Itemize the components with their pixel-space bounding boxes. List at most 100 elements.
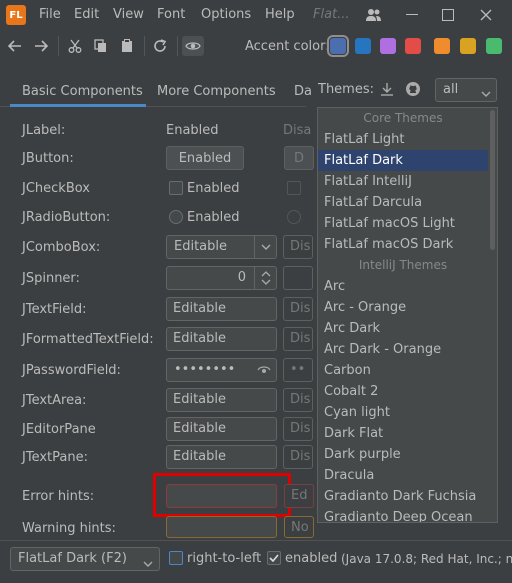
theme-flatlaf-macos-light[interactable]: FlatLaf macOS Light [318, 213, 488, 234]
label-jradiobutton: JRadioButton: [22, 210, 111, 225]
label-jcheckbox: JCheckBox [22, 181, 90, 196]
forward-icon[interactable] [30, 36, 52, 56]
app-logo: FL [6, 5, 26, 25]
theme-arc-dark-orange[interactable]: Arc Dark - Orange [318, 339, 488, 360]
toolbar-separator [58, 36, 59, 56]
accent-swatch-light-blue[interactable] [355, 38, 371, 54]
warning-field[interactable] [166, 516, 277, 538]
reveal-eye-icon[interactable] [257, 364, 271, 380]
menu-help[interactable]: Help [265, 7, 295, 22]
warning-field-disabled[interactable]: No [284, 516, 314, 538]
disabled-editorpane[interactable]: Dis [283, 417, 313, 441]
theme-carbon[interactable]: Carbon [318, 360, 488, 381]
disabled-radio[interactable] [287, 210, 301, 224]
chevron-down-icon[interactable] [254, 236, 276, 258]
formatted-textfield[interactable]: Editable [166, 327, 277, 351]
editorpane[interactable]: Editable [166, 417, 277, 441]
menu-edit[interactable]: Edit [74, 7, 99, 22]
users-icon[interactable] [362, 4, 386, 26]
eye-icon[interactable] [182, 36, 204, 56]
editable-combobox[interactable]: Editable [166, 235, 277, 259]
label-jlabel: JLabel: [22, 123, 66, 138]
textpane[interactable]: Editable [166, 445, 277, 469]
theme-cyan-light[interactable]: Cyan light [318, 402, 488, 423]
disabled-password-field[interactable]: •• [283, 358, 313, 382]
disabled-formatted-textfield[interactable]: Dis [283, 327, 313, 351]
theme-dracula[interactable]: Dracula [318, 465, 488, 486]
refresh-icon[interactable] [149, 36, 171, 56]
window-title: Flat... [313, 7, 350, 22]
enabled-checkbox[interactable] [169, 181, 183, 195]
maximize-icon[interactable] [436, 4, 460, 26]
theme-cobalt-2[interactable]: Cobalt 2 [318, 381, 488, 402]
accent-swatch-green[interactable] [486, 38, 502, 54]
theme-gradianto-dark-fuchsia[interactable]: Gradianto Dark Fuchsia [318, 486, 488, 507]
tab-more-components[interactable]: More Components [157, 84, 276, 99]
theme-dark-flat[interactable]: Dark Flat [318, 423, 488, 444]
cut-icon[interactable] [64, 36, 86, 56]
paste-icon[interactable] [116, 36, 138, 56]
theme-dark-purple[interactable]: Dark purple [318, 444, 488, 465]
textarea[interactable]: Editable [166, 388, 277, 412]
back-icon[interactable] [4, 36, 26, 56]
theme-flatlaf-dark[interactable]: FlatLaf Dark [318, 150, 488, 171]
disabled-checkbox[interactable] [287, 181, 301, 195]
menu-file[interactable]: File [39, 7, 61, 22]
accent-swatch-yellow[interactable] [460, 38, 476, 54]
accent-swatch-orange[interactable] [434, 38, 450, 54]
menu-view[interactable]: View [113, 7, 144, 22]
disabled-spinner[interactable] [283, 266, 313, 290]
accent-color-label: Accent color: [245, 39, 330, 54]
theme-flatlaf-darcula[interactable]: FlatLaf Darcula [318, 192, 488, 213]
theme-flatlaf-light[interactable]: FlatLaf Light [318, 129, 488, 150]
theme-flatlaf-macos-dark[interactable]: FlatLaf macOS Dark [318, 234, 488, 255]
close-icon[interactable] [474, 4, 498, 26]
theme-arc[interactable]: Arc [318, 276, 488, 297]
laf-combobox[interactable]: FlatLaf Dark (F2) [10, 547, 160, 571]
label-jformattedtextfield: JFormattedTextField: [22, 332, 154, 347]
label-jtextpane: JTextPane: [22, 450, 88, 465]
minimize-icon[interactable] [400, 4, 424, 26]
accent-swatch-blue[interactable] [327, 35, 349, 57]
copy-icon[interactable] [90, 36, 112, 56]
disabled-combobox[interactable]: Dis [283, 235, 313, 259]
error-field-disabled[interactable]: Ed [284, 484, 314, 508]
spinner[interactable]: 0 [166, 266, 277, 290]
menu-font[interactable]: Font [157, 7, 185, 22]
disabled-textpane[interactable]: Dis [283, 445, 313, 469]
theme-flatlaf-intellij[interactable]: FlatLaf IntelliJ [318, 171, 488, 192]
chevron-down-icon [143, 556, 153, 570]
themes-list-scrollbar[interactable] [490, 110, 495, 250]
error-field[interactable] [166, 484, 277, 508]
label-jpasswordfield: JPasswordField: [22, 363, 121, 378]
disabled-textfield[interactable]: Dis [283, 297, 313, 321]
themes-list[interactable]: Core Themes FlatLaf Light FlatLaf Dark F… [317, 107, 498, 523]
disabled-textarea[interactable]: Dis [283, 388, 313, 412]
spinner-arrows[interactable] [254, 267, 276, 289]
enabled-radio[interactable] [169, 210, 183, 224]
accent-swatch-red[interactable] [405, 38, 421, 54]
menu-options[interactable]: Options [201, 7, 251, 22]
theme-arc-orange[interactable]: Arc - Orange [318, 297, 488, 318]
enabled-checkbox-bottom[interactable] [267, 551, 281, 565]
theme-arc-dark[interactable]: Arc Dark [318, 318, 488, 339]
github-icon[interactable] [405, 81, 421, 101]
enabled-button[interactable]: Enabled [166, 146, 244, 170]
textfield[interactable]: Editable [166, 297, 277, 321]
tab-basic-components[interactable]: Basic Components [22, 84, 143, 99]
toolbar-separator [144, 36, 145, 56]
rtl-checkbox[interactable] [169, 551, 183, 565]
label-jeditorpane: JEditorPane [22, 422, 96, 437]
themes-filter-value: all [443, 82, 459, 97]
disabled-button[interactable]: D [284, 146, 314, 170]
rtl-label: right-to-left [187, 551, 262, 566]
group-header-core: Core Themes [363, 111, 443, 125]
themes-filter-select[interactable]: all [435, 78, 497, 102]
theme-gradianto-deep-ocean[interactable]: Gradianto Deep Ocean [318, 507, 488, 522]
label-jbutton: JButton: [22, 151, 74, 166]
accent-swatch-purple[interactable] [380, 38, 396, 54]
password-field[interactable]: •••••••• [166, 358, 277, 382]
tab-data-components[interactable]: Da [294, 84, 312, 99]
download-icon[interactable] [380, 82, 394, 100]
java-info: (Java 17.0.8; Red Hat, Inc.; no [341, 552, 512, 566]
